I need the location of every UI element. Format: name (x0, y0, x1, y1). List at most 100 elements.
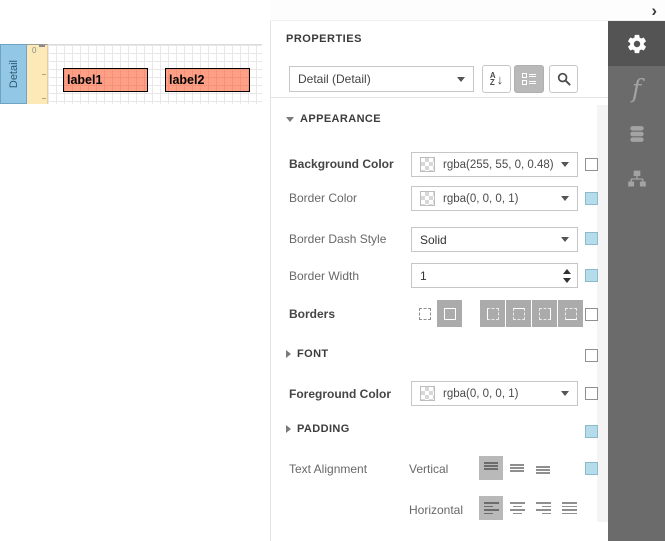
color-swatch (420, 157, 435, 172)
foreground-color-dropdown[interactable]: rgba(0, 0, 0, 1) (411, 381, 578, 406)
border-right-icon (539, 308, 551, 320)
borders-side-buttons (480, 300, 583, 327)
search-button[interactable] (549, 65, 578, 93)
background-color-label: Background Color (289, 157, 394, 171)
object-selector-value: Detail (Detail) (298, 72, 451, 86)
border-all-icon (444, 308, 456, 320)
border-left-button[interactable] (480, 300, 505, 327)
spin-down-icon[interactable] (563, 278, 571, 283)
align-bottom-button[interactable] (531, 456, 555, 480)
hierarchy-tree-icon (627, 169, 647, 189)
background-color-checkbox[interactable] (585, 158, 598, 171)
section-font[interactable]: FONT (286, 348, 329, 360)
align-center-button[interactable] (505, 496, 529, 520)
sidebar-item-properties[interactable] (608, 21, 665, 66)
horizontal-alignment-label: Horizontal (409, 503, 463, 517)
categorized-view-button[interactable] (514, 65, 544, 93)
sidebar-item-report-explorer[interactable] (608, 156, 665, 201)
border-bottom-icon (565, 308, 577, 320)
border-width-label: Border Width (289, 269, 359, 283)
borders-checkbox[interactable] (585, 308, 598, 321)
sort-alphabetical-button[interactable]: AZ ↓ (482, 65, 511, 93)
chevron-collapsed-icon (286, 350, 291, 358)
font-checkbox[interactable] (585, 349, 598, 362)
border-color-checkbox[interactable] (585, 192, 598, 205)
border-none-icon (419, 308, 431, 320)
foreground-color-checkbox[interactable] (585, 387, 598, 400)
foreground-color-label: Foreground Color (289, 387, 391, 401)
ruler-tick (42, 98, 46, 99)
chevron-down-icon (457, 77, 465, 82)
borders-label: Borders (289, 307, 335, 321)
spin-up-icon[interactable] (563, 269, 571, 274)
border-color-label: Border Color (289, 191, 357, 205)
ruler-tick (42, 74, 46, 75)
text-alignment-label: Text Alignment (289, 462, 367, 476)
align-justify-button[interactable] (557, 496, 581, 520)
border-width-value: 1 (420, 269, 427, 283)
align-center-icon (510, 502, 525, 515)
border-width-checkbox[interactable] (585, 269, 598, 282)
border-top-button[interactable] (506, 300, 531, 327)
function-f-icon: f (632, 76, 641, 101)
foreground-color-value: rgba(0, 0, 0, 1) (443, 388, 555, 400)
report-control-label2[interactable]: label2 (165, 68, 250, 92)
horizontal-alignment-buttons (479, 496, 581, 520)
align-right-button[interactable] (531, 496, 555, 520)
detail-band: Detail 0 label1 label2 (0, 44, 262, 104)
chevron-down-icon (561, 162, 569, 167)
border-left-icon (487, 308, 499, 320)
search-icon (557, 72, 571, 86)
categorized-view-icon (522, 73, 536, 85)
panel-title: PROPERTIES (286, 33, 362, 45)
borders-all-button[interactable] (437, 300, 462, 327)
align-justify-icon (562, 502, 577, 515)
align-middle-icon (510, 462, 524, 474)
section-padding[interactable]: PADDING (286, 423, 350, 435)
border-dash-style-dropdown[interactable]: Solid (411, 227, 578, 252)
align-left-icon (484, 502, 499, 515)
chevron-down-icon (561, 237, 569, 242)
collapse-panel-chevron-icon[interactable]: › (651, 1, 657, 20)
border-top-icon (513, 308, 525, 320)
report-control-label1[interactable]: label1 (63, 68, 148, 92)
divider (271, 97, 609, 98)
design-grid[interactable]: label1 label2 (48, 44, 262, 104)
border-width-input[interactable]: 1 (411, 263, 578, 288)
chevron-down-icon (561, 196, 569, 201)
chevron-expanded-icon (286, 117, 294, 122)
align-middle-button[interactable] (505, 456, 529, 480)
background-color-dropdown[interactable]: rgba(255, 55, 0, 0.48) (411, 152, 578, 177)
padding-checkbox[interactable] (585, 425, 598, 438)
vertical-ruler: 0 (27, 44, 48, 104)
section-appearance[interactable]: APPEARANCE (286, 113, 381, 125)
sort-az-icon: AZ ↓ (490, 72, 503, 86)
ruler-origin-label: 0 (32, 46, 36, 55)
ruler-tick (39, 45, 45, 47)
align-right-icon (536, 502, 551, 515)
color-swatch (420, 386, 435, 401)
align-top-button[interactable] (479, 456, 503, 480)
sidebar-item-field-list[interactable] (608, 111, 665, 156)
band-tab-detail[interactable]: Detail (0, 44, 27, 104)
vertical-alignment-buttons (479, 456, 555, 480)
align-bottom-icon (536, 462, 550, 474)
sidebar-item-expressions[interactable]: f (608, 66, 665, 111)
gear-icon (626, 33, 648, 55)
vertical-alignment-label: Vertical (409, 462, 448, 476)
designer-side-toolbar: f (608, 21, 665, 541)
properties-panel: PROPERTIES Detail (Detail) AZ ↓ APPEARAN… (270, 21, 608, 541)
border-bottom-button[interactable] (558, 300, 583, 327)
border-dash-style-value: Solid (420, 233, 555, 247)
text-alignment-checkbox[interactable] (585, 462, 598, 475)
borders-none-button[interactable] (414, 300, 435, 327)
object-selector-dropdown[interactable]: Detail (Detail) (289, 66, 474, 92)
border-right-button[interactable] (532, 300, 557, 327)
border-dash-style-checkbox[interactable] (585, 232, 598, 245)
align-left-button[interactable] (479, 496, 503, 520)
border-color-dropdown[interactable]: rgba(0, 0, 0, 1) (411, 186, 578, 211)
align-top-icon (484, 462, 498, 474)
color-swatch (420, 191, 435, 206)
band-tab-label: Detail (8, 60, 20, 88)
border-color-value: rgba(0, 0, 0, 1) (443, 193, 555, 205)
